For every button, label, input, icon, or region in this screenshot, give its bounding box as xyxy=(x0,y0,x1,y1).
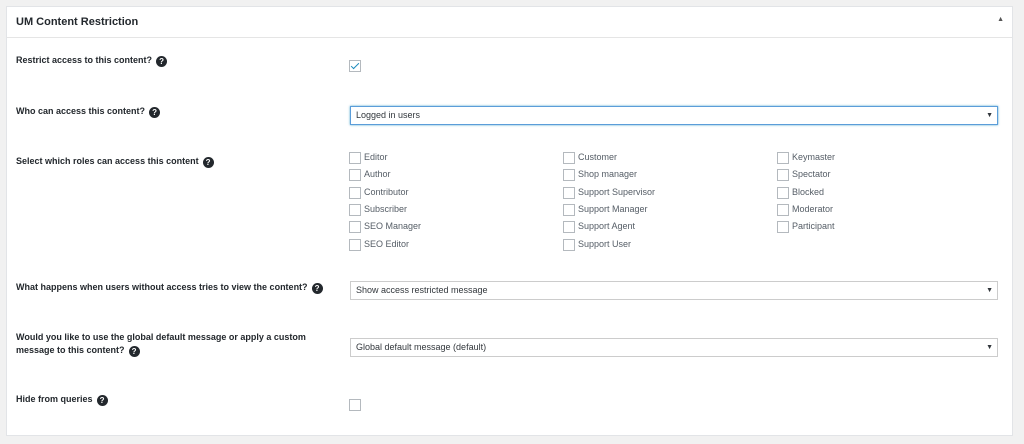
role-label: Spectator xyxy=(792,169,831,179)
restricted-message-select[interactable]: Global default message (default) ▼ xyxy=(350,338,998,357)
no-access-behavior-label-text: What happens when users without access t… xyxy=(16,282,308,292)
role-checkbox[interactable] xyxy=(349,187,361,199)
help-icon[interactable]: ? xyxy=(149,107,161,118)
role-label: Author xyxy=(364,169,391,179)
role-checkbox[interactable] xyxy=(349,204,361,216)
role-checkbox[interactable] xyxy=(563,239,575,251)
who-can-access-select[interactable]: Logged in users ▼ xyxy=(350,106,998,125)
chevron-down-icon: ▼ xyxy=(986,344,993,351)
metabox-title: UM Content Restriction xyxy=(16,16,139,28)
hide-from-queries-label: Hide from queries? xyxy=(16,393,108,406)
who-can-access-label: Who can access this content?? xyxy=(16,105,161,118)
restrict-access-label: Restrict access to this content?? xyxy=(16,54,168,67)
no-access-behavior-select[interactable]: Show access restricted message ▼ xyxy=(350,281,998,300)
role-checkbox[interactable] xyxy=(777,204,789,216)
help-icon[interactable]: ? xyxy=(96,395,108,406)
help-icon[interactable]: ? xyxy=(156,56,168,67)
help-icon[interactable]: ? xyxy=(311,283,323,294)
role-checkbox[interactable] xyxy=(563,169,575,181)
who-can-access-value: Logged in users xyxy=(356,110,421,120)
role-checkbox[interactable] xyxy=(777,187,789,199)
restricted-message-label-line1: Would you like to use the global default… xyxy=(16,332,306,342)
role-label: Editor xyxy=(364,152,388,162)
restricted-message-label: Would you like to use the global default… xyxy=(16,331,306,357)
chevron-down-icon: ▼ xyxy=(986,112,993,119)
role-checkbox[interactable] xyxy=(349,152,361,164)
who-can-access-label-text: Who can access this content? xyxy=(16,106,146,116)
restrict-access-label-text: Restrict access to this content? xyxy=(16,55,153,65)
role-checkbox[interactable] xyxy=(777,152,789,164)
role-checkbox[interactable] xyxy=(349,221,361,233)
role-checkbox[interactable] xyxy=(563,221,575,233)
role-label: Support Supervisor xyxy=(578,187,656,197)
role-label: Customer xyxy=(578,152,618,162)
role-checkbox[interactable] xyxy=(563,187,575,199)
role-label: SEO Manager xyxy=(364,221,422,231)
role-label: Keymaster xyxy=(792,152,836,162)
role-checkbox[interactable] xyxy=(777,221,789,233)
role-label: Blocked xyxy=(792,187,825,197)
role-checkbox[interactable] xyxy=(563,204,575,216)
metabox-header[interactable]: UM Content Restriction ▲ xyxy=(7,7,1012,38)
role-checkbox[interactable] xyxy=(563,152,575,164)
no-access-behavior-label: What happens when users without access t… xyxy=(16,281,323,294)
role-label: Shop manager xyxy=(578,169,638,179)
hide-from-queries-checkbox[interactable] xyxy=(349,399,361,411)
restricted-message-value: Global default message (default) xyxy=(356,342,487,352)
role-label: Contributor xyxy=(364,187,409,197)
role-checkbox[interactable] xyxy=(349,169,361,181)
role-label: Moderator xyxy=(792,204,834,214)
help-icon[interactable]: ? xyxy=(128,346,140,357)
help-icon[interactable]: ? xyxy=(202,157,214,168)
role-checkbox[interactable] xyxy=(349,239,361,251)
role-label: Support Manager xyxy=(578,204,648,214)
restrict-access-checkbox[interactable] xyxy=(349,60,361,72)
roles-label-text: Select which roles can access this conte… xyxy=(16,156,199,166)
role-label: Support Agent xyxy=(578,221,636,231)
role-label: Support User xyxy=(578,239,632,249)
um-content-restriction-metabox: UM Content Restriction ▲ Restrict access… xyxy=(6,6,1013,436)
role-label: SEO Editor xyxy=(364,239,410,249)
hide-from-queries-label-text: Hide from queries xyxy=(16,394,93,404)
role-label: Participant xyxy=(792,221,835,231)
role-label: Subscriber xyxy=(364,204,408,214)
role-checkbox[interactable] xyxy=(777,169,789,181)
restricted-message-label-line2: message to this content? xyxy=(16,345,125,355)
roles-label: Select which roles can access this conte… xyxy=(16,155,214,168)
chevron-down-icon: ▼ xyxy=(986,287,993,294)
no-access-behavior-value: Show access restricted message xyxy=(356,285,488,295)
collapse-toggle-icon[interactable]: ▲ xyxy=(997,16,1004,23)
